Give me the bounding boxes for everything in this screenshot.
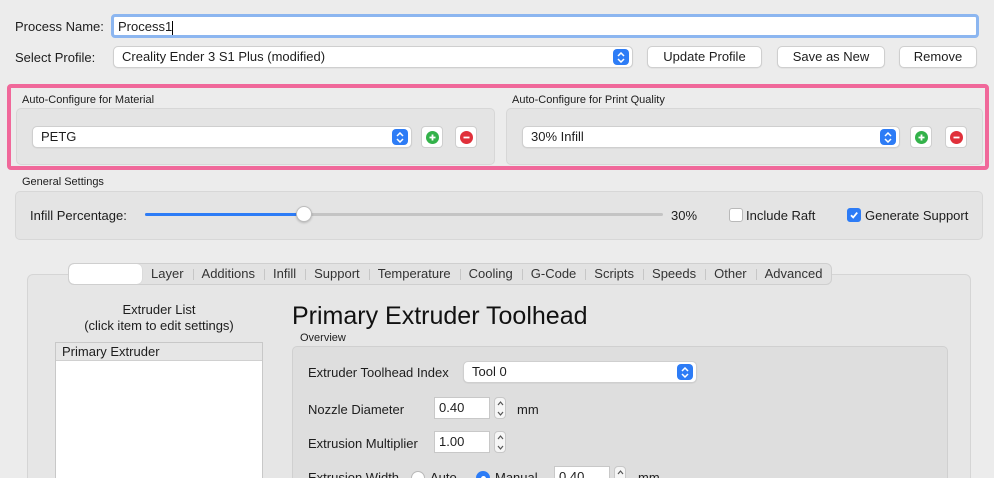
remove-profile-button[interactable]: Remove (899, 46, 977, 68)
process-name-value: Process1 (118, 19, 173, 34)
material-select[interactable]: PETG (32, 126, 412, 148)
overview-label: Overview (300, 332, 346, 344)
tab-layer[interactable]: Layer (142, 264, 193, 284)
quality-select[interactable]: 30% Infill (522, 126, 900, 148)
toolhead-heading: Primary Extruder Toolhead (292, 302, 588, 330)
remove-material-button[interactable] (455, 126, 477, 148)
quality-select-value: 30% Infill (531, 129, 584, 144)
minus-icon (949, 130, 963, 144)
chevron-updown-icon (677, 364, 693, 380)
chevron-up-icon (497, 400, 503, 405)
chevron-down-icon (497, 411, 503, 416)
chevron-down-icon (497, 445, 503, 450)
extrusion-multiplier-input[interactable]: 1.00 (434, 431, 490, 453)
toolhead-index-label: Extruder Toolhead Index (308, 365, 449, 380)
toolhead-index-select[interactable]: Tool 0 (463, 361, 697, 383)
chevron-updown-icon (880, 129, 896, 145)
material-select-value: PETG (41, 129, 77, 144)
nozzle-diameter-stepper[interactable] (494, 397, 506, 419)
slider-fill (145, 213, 304, 216)
tab-gcode[interactable]: G-Code (521, 264, 586, 284)
update-profile-button[interactable]: Update Profile (647, 46, 762, 68)
toolhead-index-value: Tool 0 (472, 364, 507, 379)
tab-cooling[interactable]: Cooling (459, 264, 522, 284)
extrusion-width-unit: mm (638, 470, 660, 478)
include-raft-checkbox[interactable] (729, 208, 743, 222)
extruder-list-title-line1: Extruder List (122, 302, 196, 317)
extrusion-width-stepper[interactable] (614, 466, 626, 478)
chevron-updown-icon (392, 129, 408, 145)
extrusion-width-manual-radio[interactable] (476, 471, 490, 478)
extrusion-width-manual-label: Manual (495, 470, 538, 478)
tab-infill[interactable]: Infill (264, 264, 305, 284)
save-as-new-button[interactable]: Save as New (777, 46, 885, 68)
extruder-list[interactable]: Primary Extruder (55, 342, 263, 478)
general-settings-title: General Settings (22, 176, 104, 188)
tab-additions[interactable]: Additions (192, 264, 264, 284)
extrusion-width-auto-radio[interactable] (411, 471, 425, 478)
chevron-up-icon (617, 469, 623, 474)
infill-value: 30% (671, 208, 698, 223)
profile-select[interactable]: Creality Ender 3 S1 Plus (modified) (113, 46, 633, 68)
add-quality-button[interactable] (910, 126, 932, 148)
extrusion-width-label: Extrusion Width (308, 470, 400, 478)
tab-support[interactable]: Support (305, 264, 369, 284)
include-raft-label: Include Raft (746, 208, 816, 223)
settings-tabbar: Layer Additions Infill Support Temperatu… (68, 263, 833, 285)
chevron-up-icon (497, 434, 503, 439)
extrusion-width-auto-label: Auto (430, 470, 457, 478)
infill-slider[interactable] (145, 206, 663, 224)
text-cursor (172, 20, 174, 35)
nozzle-diameter-unit: mm (517, 402, 539, 417)
process-name-label: Process Name: (15, 19, 104, 34)
remove-quality-button[interactable] (945, 126, 967, 148)
profile-select-value: Creality Ender 3 S1 Plus (modified) (122, 49, 326, 64)
tab-other[interactable]: Other (705, 264, 756, 284)
tab-extruders[interactable] (69, 264, 142, 284)
chevron-updown-icon (613, 49, 629, 65)
extruder-list-title-line2: (click item to edit settings) (84, 318, 234, 333)
nozzle-diameter-input[interactable]: 0.40 (434, 397, 490, 419)
generate-support-checkbox[interactable] (847, 208, 861, 222)
nozzle-diameter-label: Nozzle Diameter (308, 402, 405, 417)
material-group-title: Auto-Configure for Material (22, 94, 155, 106)
generate-support-label: Generate Support (865, 208, 969, 223)
tab-temperature[interactable]: Temperature (368, 264, 460, 284)
extrusion-multiplier-stepper[interactable] (494, 431, 506, 453)
checkmark-icon (850, 212, 858, 219)
infill-percentage-label: Infill Percentage: (30, 208, 127, 223)
tab-advanced[interactable]: Advanced (755, 264, 832, 284)
process-name-input[interactable]: Process1 (111, 14, 979, 38)
slider-knob[interactable] (296, 206, 312, 222)
tab-speeds[interactable]: Speeds (643, 264, 705, 284)
extruder-list-title: Extruder List (click item to edit settin… (55, 302, 263, 334)
minus-icon (459, 130, 473, 144)
extrusion-width-input[interactable]: 0.40 (554, 466, 610, 478)
quality-group-title: Auto-Configure for Print Quality (512, 94, 665, 106)
plus-icon (914, 130, 928, 144)
tab-scripts[interactable]: Scripts (585, 264, 643, 284)
select-profile-label: Select Profile: (15, 50, 96, 65)
add-material-button[interactable] (421, 126, 443, 148)
extrusion-multiplier-label: Extrusion Multiplier (308, 436, 418, 451)
plus-icon (425, 130, 439, 144)
list-item-primary-extruder[interactable]: Primary Extruder (56, 343, 262, 361)
